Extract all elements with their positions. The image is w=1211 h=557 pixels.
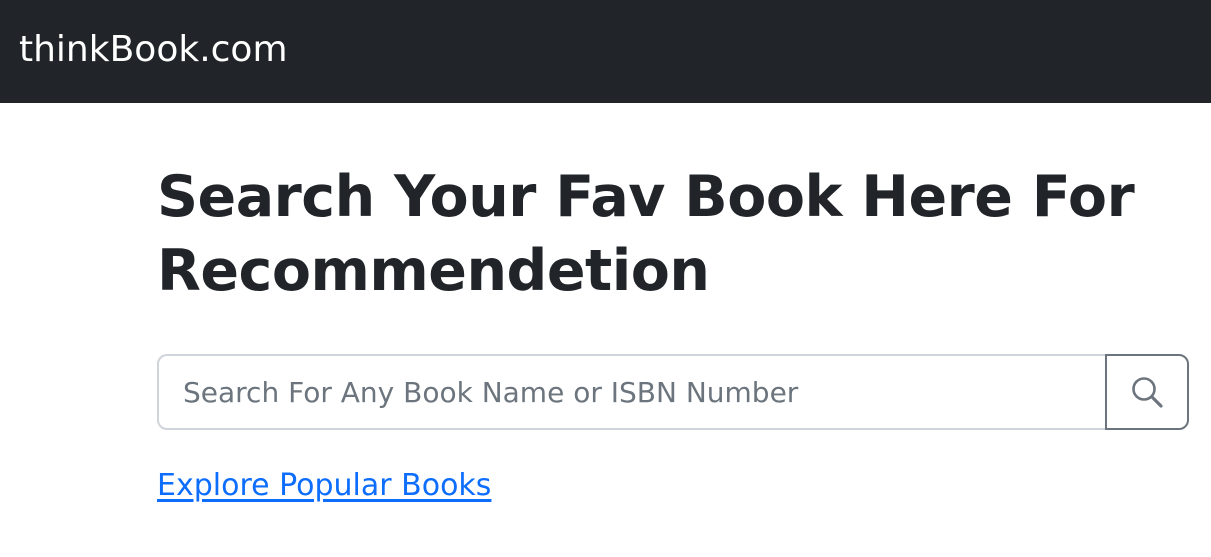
search-form	[157, 354, 1189, 430]
search-input[interactable]	[157, 354, 1105, 430]
page-heading: Search Your Fav Book Here For Recommende…	[157, 164, 1135, 304]
search-button[interactable]	[1105, 354, 1189, 430]
brand-link[interactable]: thinkBook.com	[19, 31, 288, 68]
search-icon	[1132, 377, 1163, 408]
explore-popular-books-link[interactable]: Explore Popular Books	[157, 468, 491, 503]
navbar: thinkBook.com	[0, 0, 1211, 103]
